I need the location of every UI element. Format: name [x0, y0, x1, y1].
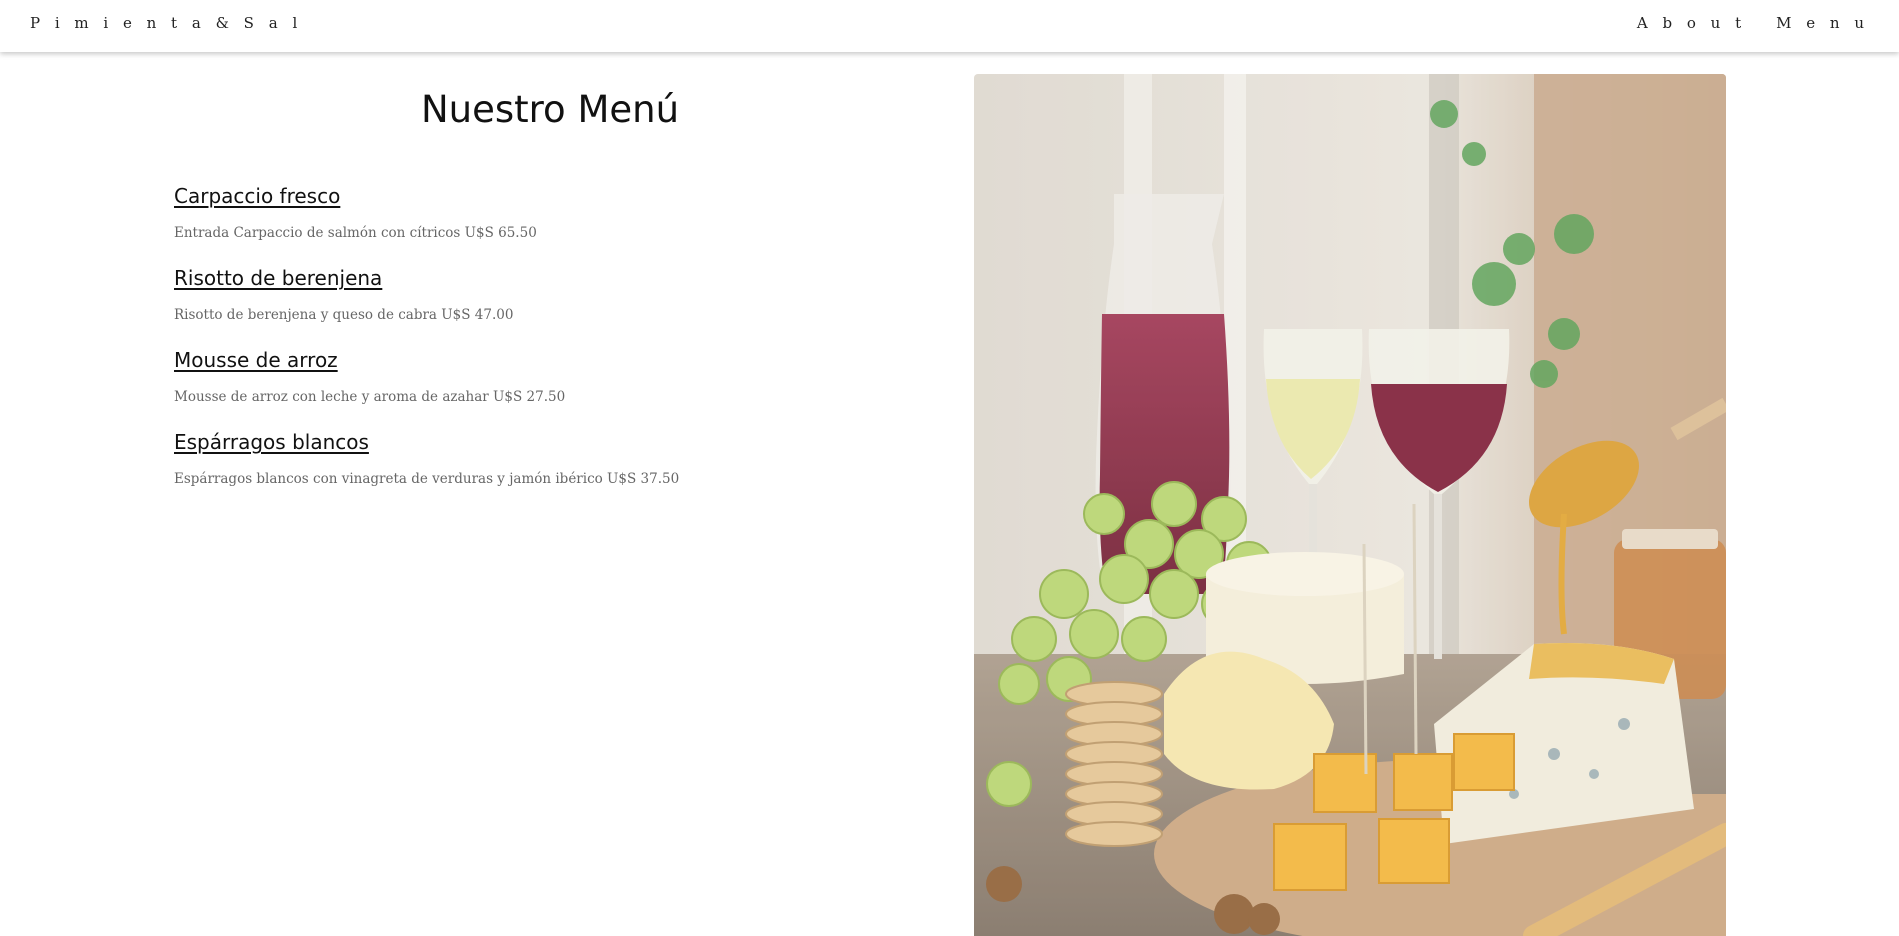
top-navbar: P i m i e n t a & S a l A b o u t M e n …	[0, 0, 1899, 52]
brand-logo-link[interactable]: P i m i e n t a & S a l	[30, 14, 302, 32]
dish-item: Carpaccio fresco Entrada Carpaccio de sa…	[174, 181, 874, 263]
menu-photo	[974, 74, 1726, 936]
nav-link-about[interactable]: A b o u t	[1637, 14, 1746, 32]
dish-description: Mousse de arroz con leche y aroma de aza…	[174, 389, 566, 405]
page-title: Nuestro Menú	[420, 88, 680, 131]
dish-item: Risotto de berenjena Risotto de berenjen…	[174, 263, 874, 345]
dish-link-risotto[interactable]: Risotto de berenjena	[174, 263, 382, 293]
dish-item: Espárragos blancos Espárragos blancos co…	[174, 427, 874, 509]
dish-item: Mousse de arroz Mousse de arroz con lech…	[174, 345, 874, 427]
nav-link-menu[interactable]: M e n u	[1776, 14, 1869, 32]
dish-list: Carpaccio fresco Entrada Carpaccio de sa…	[174, 181, 874, 509]
dish-link-esparragos[interactable]: Espárragos blancos	[174, 427, 369, 457]
dish-description: Risotto de berenjena y queso de cabra U$…	[174, 307, 514, 323]
dish-link-carpaccio[interactable]: Carpaccio fresco	[174, 181, 340, 211]
dish-description: Entrada Carpaccio de salmón con cítricos…	[174, 225, 537, 241]
main-nav: A b o u t M e n u	[1637, 14, 1869, 32]
wine-cheese-illustration	[974, 74, 1726, 936]
dish-link-mousse[interactable]: Mousse de arroz	[174, 345, 338, 375]
dish-description: Espárragos blancos con vinagreta de verd…	[174, 471, 680, 487]
